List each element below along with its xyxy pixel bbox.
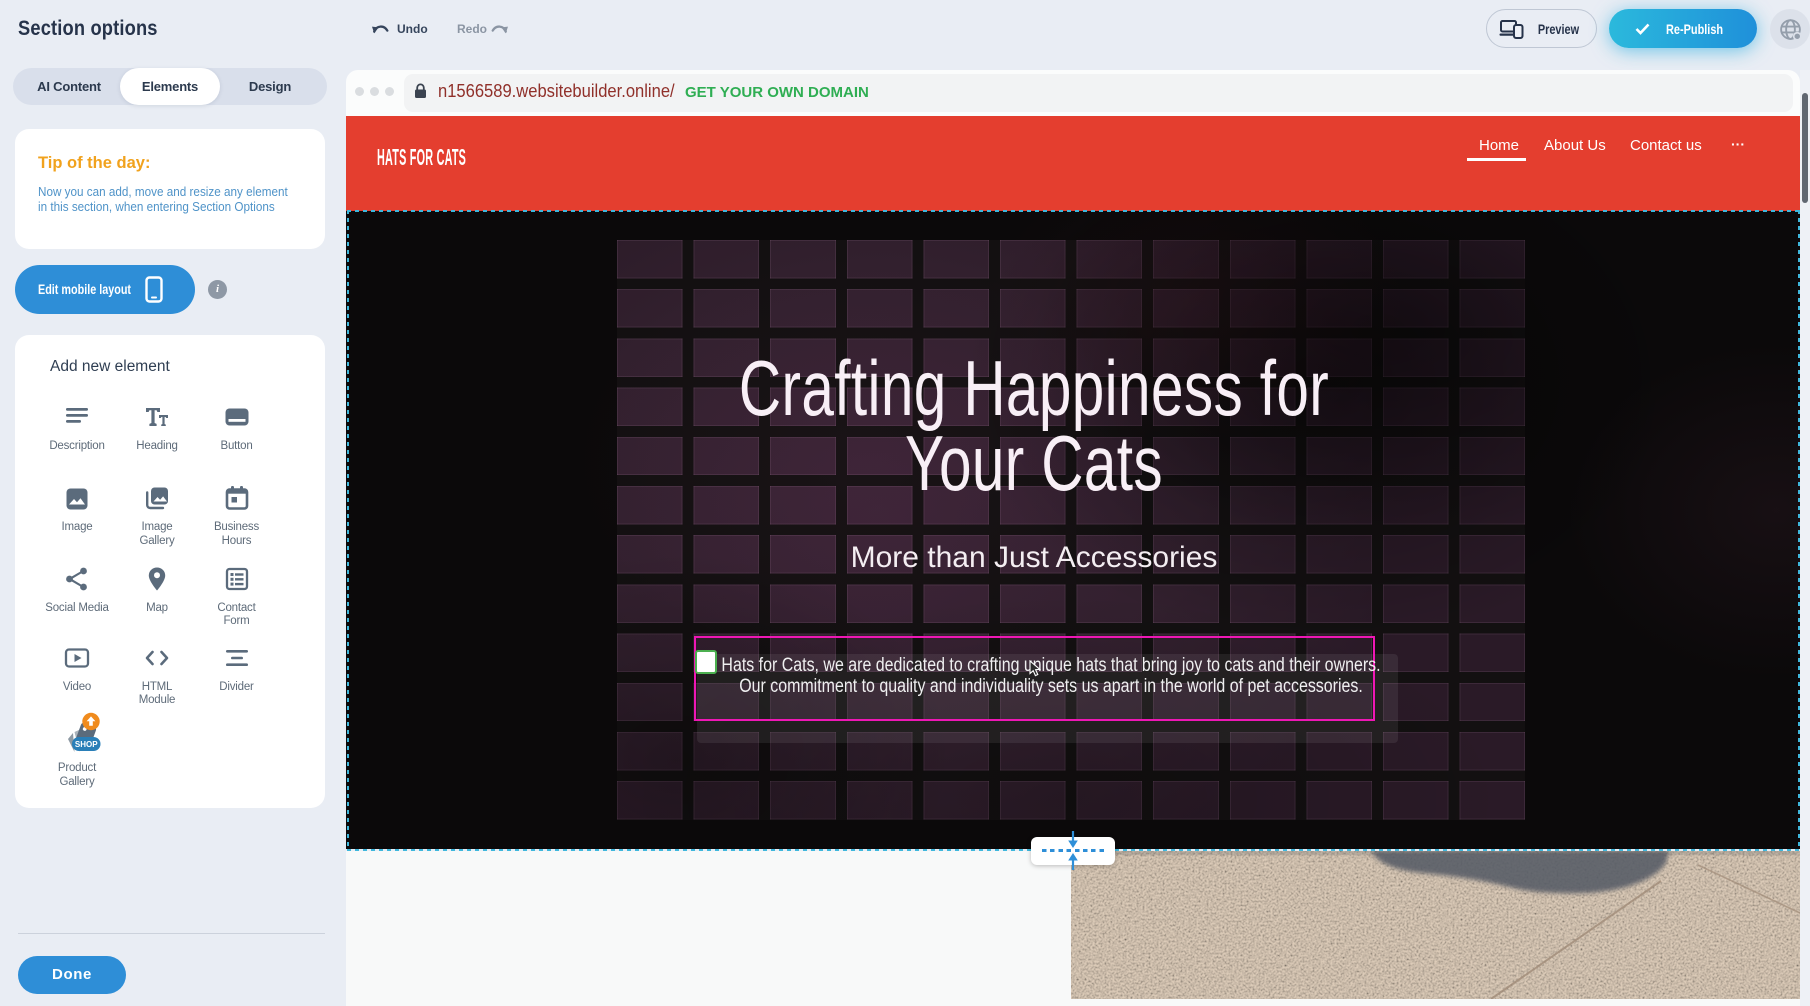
svg-text:SHOP: SHOP xyxy=(75,740,98,749)
